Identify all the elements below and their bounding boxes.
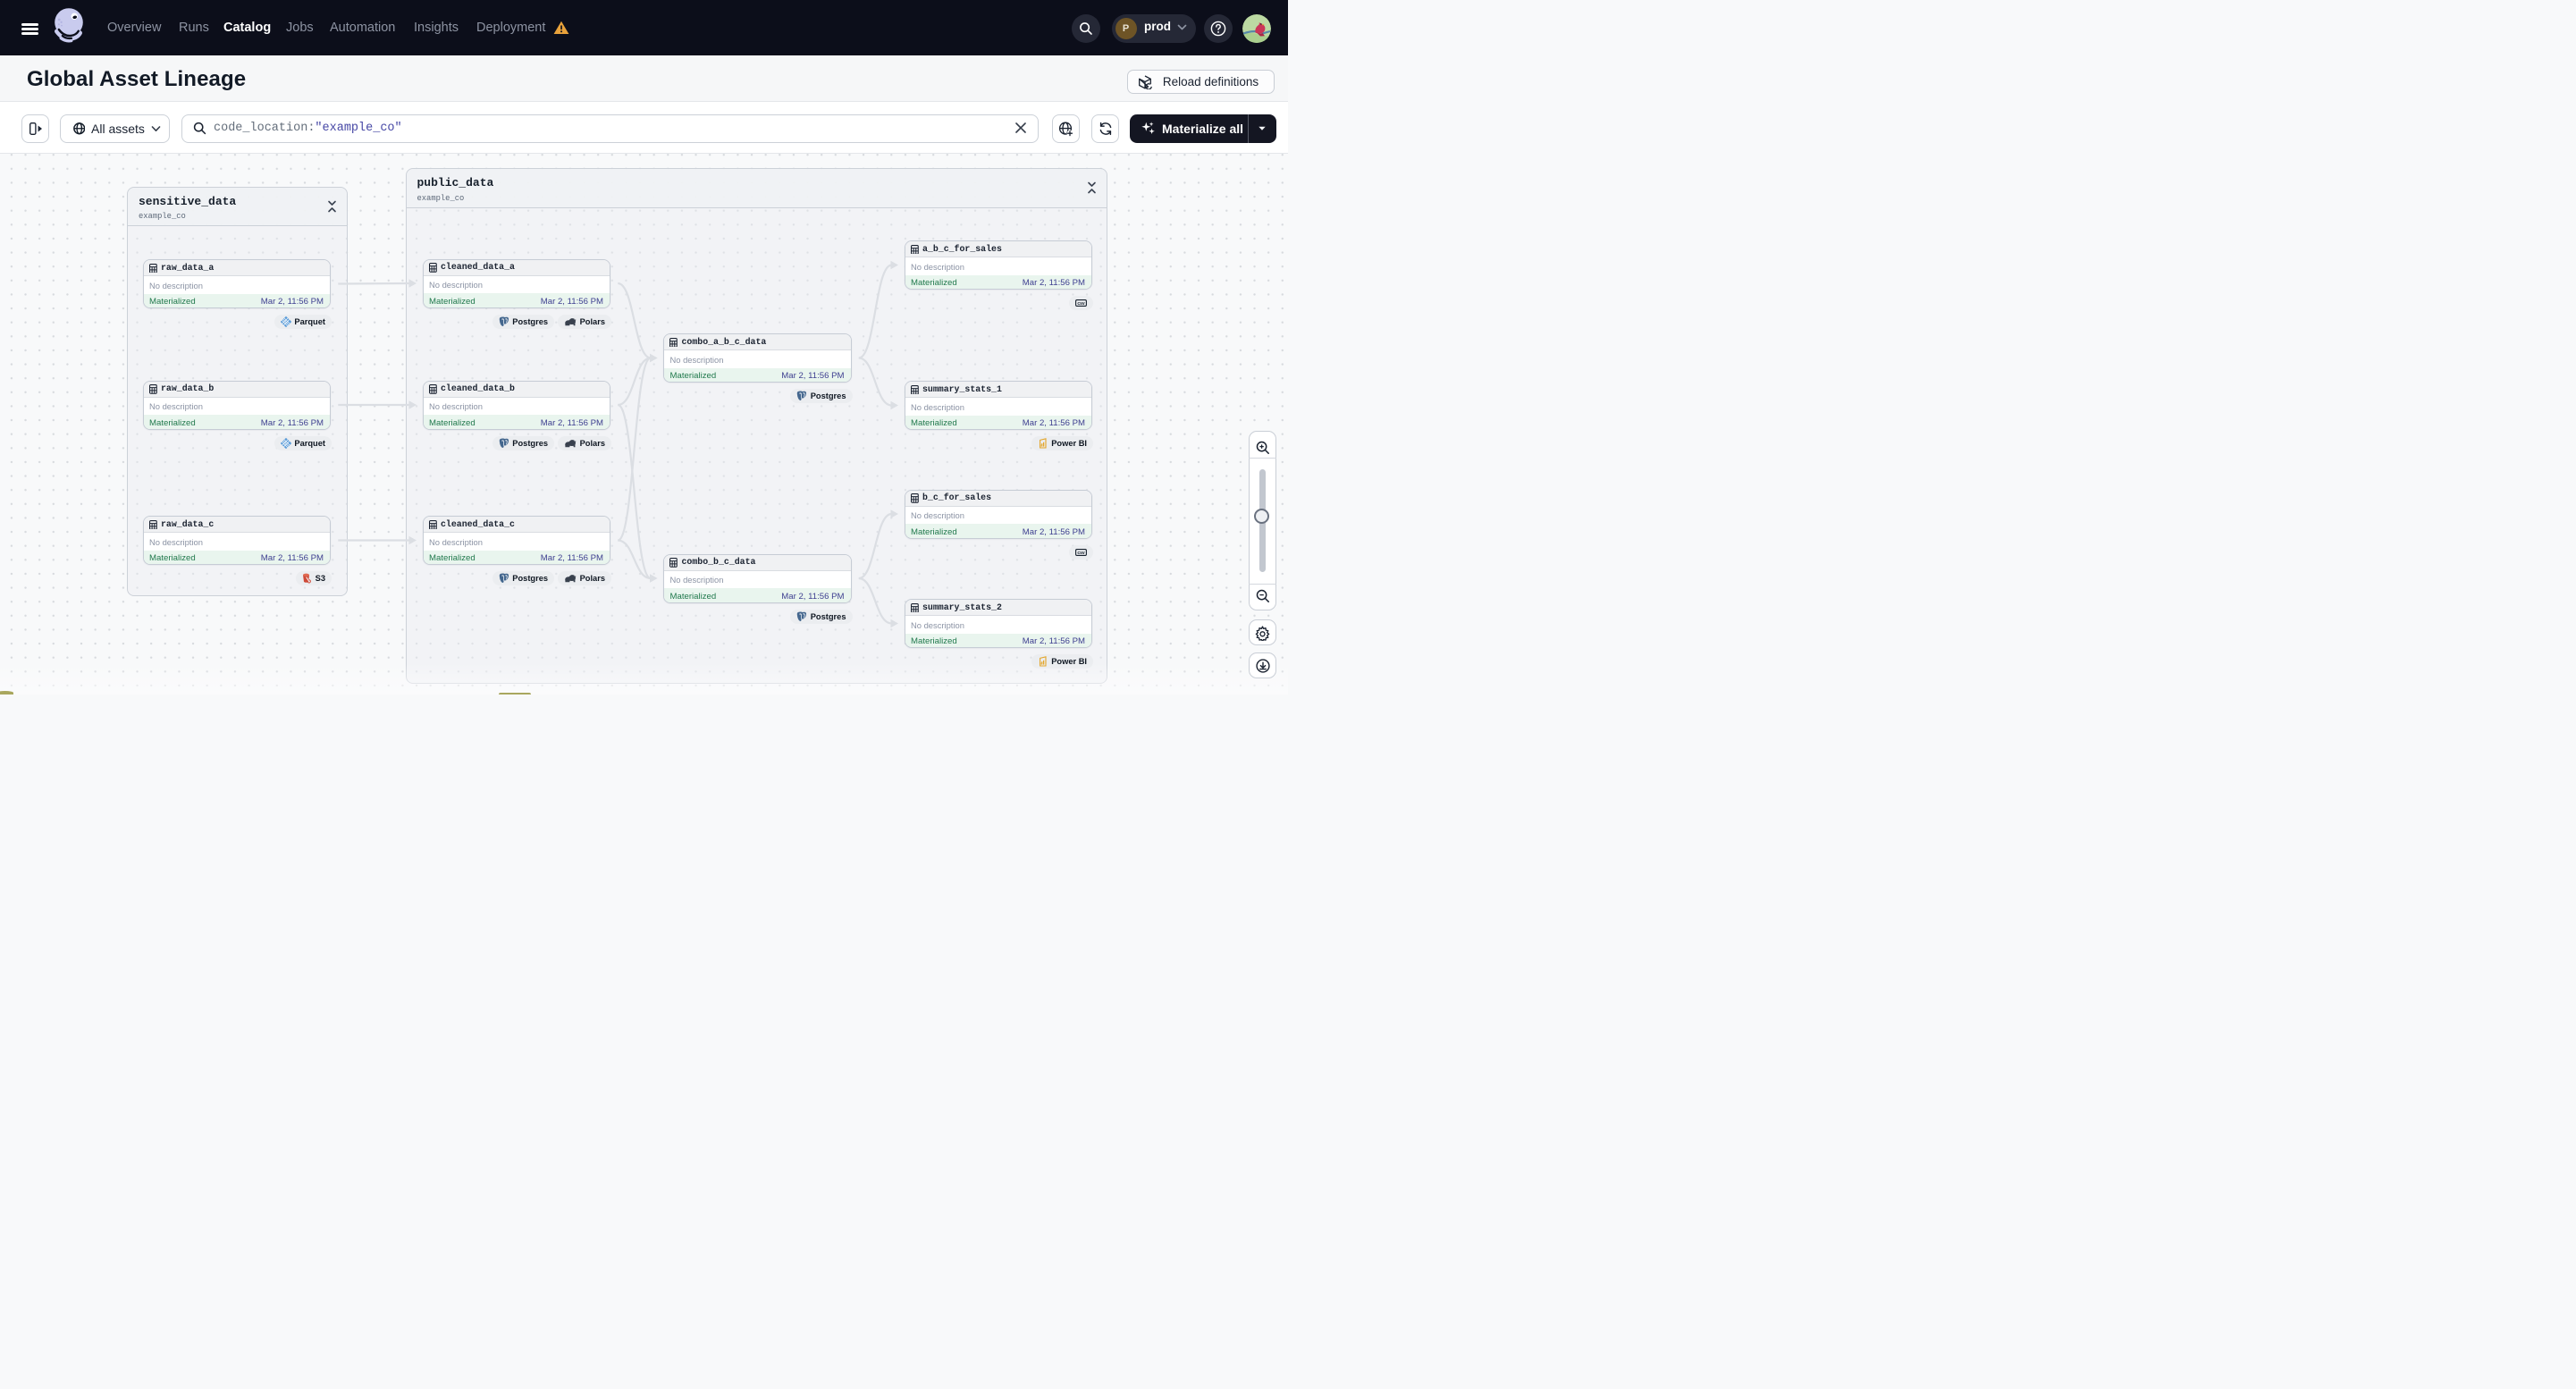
svg-text:csv: csv — [1077, 301, 1085, 307]
svg-text:csv: csv — [1077, 550, 1085, 555]
